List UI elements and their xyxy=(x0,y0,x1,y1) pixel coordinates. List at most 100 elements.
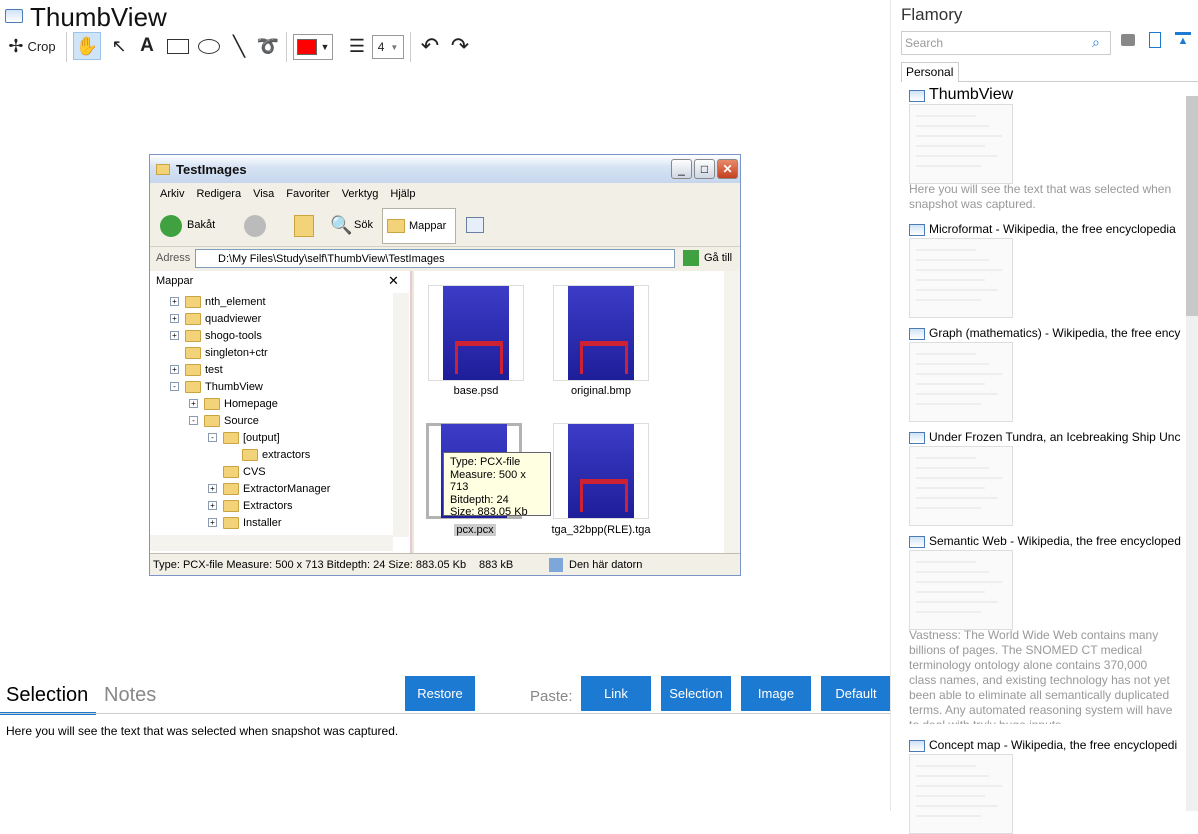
hand-tool-button[interactable]: ✋ xyxy=(73,32,101,60)
text-line xyxy=(916,601,998,603)
crop-button[interactable]: ✢ Crop xyxy=(6,32,58,60)
select-tool-button[interactable]: ↖ xyxy=(106,32,132,60)
forward-arrow-icon[interactable] xyxy=(244,215,266,237)
minimize-button[interactable]: _ xyxy=(671,159,692,179)
expand-icon[interactable]: + xyxy=(170,365,179,374)
tree-item[interactable]: - [output] xyxy=(208,429,280,446)
menu-item[interactable]: Visa xyxy=(253,188,274,200)
tree-scrollbar[interactable] xyxy=(393,293,409,537)
snapshot-title[interactable]: Graph (mathematics) - Wikipedia, the fre… xyxy=(929,326,1181,340)
camera-icon[interactable] xyxy=(1121,34,1135,46)
search-input[interactable]: Search ⌕ xyxy=(901,31,1111,55)
tree-item[interactable]: singleton+ctr xyxy=(170,344,268,361)
folder-icon xyxy=(387,219,405,233)
snapshot-title[interactable]: ThumbView xyxy=(929,86,1181,104)
tree-item[interactable]: - Source xyxy=(189,412,259,429)
up-folder-icon[interactable] xyxy=(294,215,314,237)
sidebar-scrollbar-thumb[interactable] xyxy=(1186,96,1198,316)
snapshot-thumbnail[interactable] xyxy=(909,238,1013,318)
tab-notes[interactable]: Notes xyxy=(104,684,156,707)
paste-link-button[interactable]: Link xyxy=(581,676,651,711)
paste-selection-button[interactable]: Selection xyxy=(661,676,731,711)
line-width-select[interactable]: 4 ▼ xyxy=(372,35,404,59)
back-arrow-icon[interactable] xyxy=(160,215,182,237)
close-button[interactable]: ✕ xyxy=(717,159,738,179)
snapshot-thumbnail[interactable] xyxy=(909,104,1013,184)
tree-item[interactable]: + shogo-tools xyxy=(170,327,262,344)
expand-icon[interactable]: + xyxy=(208,501,217,510)
views-icon[interactable] xyxy=(466,217,484,233)
close-icon[interactable]: ✕ xyxy=(388,273,399,289)
redo-button[interactable]: ↷ xyxy=(447,32,473,60)
document-icon[interactable] xyxy=(1149,32,1161,48)
tab-personal[interactable]: Personal xyxy=(901,62,959,82)
expand-icon[interactable]: + xyxy=(189,399,198,408)
menu-item[interactable]: Verktyg xyxy=(342,188,379,200)
snapshot-title[interactable]: Concept map - Wikipedia, the free encycl… xyxy=(929,738,1181,752)
flamory-sidebar: Flamory Search ⌕ ▲ Personal ThumbView Her… xyxy=(890,0,1198,834)
freehand-tool-button[interactable]: ➰ xyxy=(255,32,281,60)
expand-icon[interactable]: + xyxy=(170,331,179,340)
tree-item[interactable]: + quadviewer xyxy=(170,310,261,327)
expand-icon[interactable]: + xyxy=(208,484,217,493)
tree-item[interactable]: + nth_element xyxy=(170,293,266,310)
tree-item[interactable]: + Homepage xyxy=(189,395,278,412)
snapshot-thumbnail[interactable] xyxy=(909,446,1013,526)
tree-item-label: ThumbView xyxy=(205,380,263,393)
maximize-button[interactable]: □ xyxy=(694,159,715,179)
tree-item[interactable]: + test xyxy=(170,361,223,378)
text-tool-button[interactable]: A xyxy=(135,32,159,60)
menu-item[interactable]: Arkiv xyxy=(160,188,184,200)
menu-item[interactable]: Hjälp xyxy=(390,188,415,200)
snapshot-thumbnail[interactable] xyxy=(909,342,1013,422)
rectangle-tool-button[interactable] xyxy=(164,32,192,60)
snapshot-title[interactable]: Semantic Web - Wikipedia, the free encyc… xyxy=(929,534,1181,548)
snapshot-title[interactable]: Under Frozen Tundra, an Icebreaking Ship… xyxy=(929,430,1181,444)
paste-image-button[interactable]: Image xyxy=(741,676,811,711)
undo-button[interactable]: ↶ xyxy=(417,32,443,60)
expand-icon[interactable]: - xyxy=(170,382,179,391)
snapshot-description: Vastness: The World Wide Web contains ma… xyxy=(909,628,1173,724)
text-line xyxy=(916,403,981,405)
tree-item[interactable]: + Extractors xyxy=(208,497,293,514)
tree-item[interactable]: + ExtractorManager xyxy=(208,480,330,497)
go-arrow-icon[interactable] xyxy=(683,250,699,266)
snapshot-thumbnail[interactable] xyxy=(909,550,1013,630)
expand-icon[interactable]: + xyxy=(170,297,179,306)
tree-item[interactable]: + Installer xyxy=(208,514,282,531)
thumbnail[interactable] xyxy=(428,285,524,381)
go-label[interactable]: Gå till xyxy=(704,252,732,264)
ellipse-tool-button[interactable] xyxy=(195,32,223,60)
color-picker[interactable]: ▼ xyxy=(293,34,333,60)
restore-button[interactable]: Restore xyxy=(405,676,475,711)
address-input[interactable]: D:\My Files\Study\self\ThumbView\TestIma… xyxy=(195,249,675,268)
tree-item-label: extractors xyxy=(262,448,311,461)
thumbnail[interactable] xyxy=(553,423,649,519)
collapse-icon[interactable]: ▲ xyxy=(1175,32,1191,48)
search-label[interactable]: Sök xyxy=(354,219,373,231)
status-location: Den här datorn xyxy=(569,558,643,571)
tree-item[interactable]: - ThumbView xyxy=(170,378,263,395)
back-label[interactable]: Bakåt xyxy=(187,219,215,231)
app-icon xyxy=(5,9,23,23)
expand-icon[interactable]: + xyxy=(170,314,179,323)
expand-icon[interactable]: + xyxy=(208,518,217,527)
menu-item[interactable]: Favoriter xyxy=(286,188,329,200)
tree-item[interactable]: extractors xyxy=(227,446,310,463)
tree-item[interactable]: CVS xyxy=(208,463,266,480)
text-line xyxy=(916,507,981,509)
thumbnail-scrollbar[interactable] xyxy=(724,271,740,553)
line-icon: ╲ xyxy=(232,35,246,58)
line-tool-button[interactable]: ╲ xyxy=(226,32,252,60)
paste-default-button[interactable]: Default xyxy=(821,676,891,711)
text-line xyxy=(916,135,1002,137)
snapshot-title[interactable]: Microformat - Wikipedia, the free encycl… xyxy=(929,222,1181,236)
snapshot-thumbnail[interactable] xyxy=(909,754,1013,834)
expand-icon[interactable]: - xyxy=(189,416,198,425)
tab-selection[interactable]: Selection xyxy=(6,684,88,707)
thumbnail[interactable] xyxy=(553,285,649,381)
folders-button[interactable]: Mappar xyxy=(382,208,456,244)
tree-hscrollbar[interactable] xyxy=(150,535,393,551)
expand-icon[interactable]: - xyxy=(208,433,217,442)
menu-item[interactable]: Redigera xyxy=(196,188,241,200)
